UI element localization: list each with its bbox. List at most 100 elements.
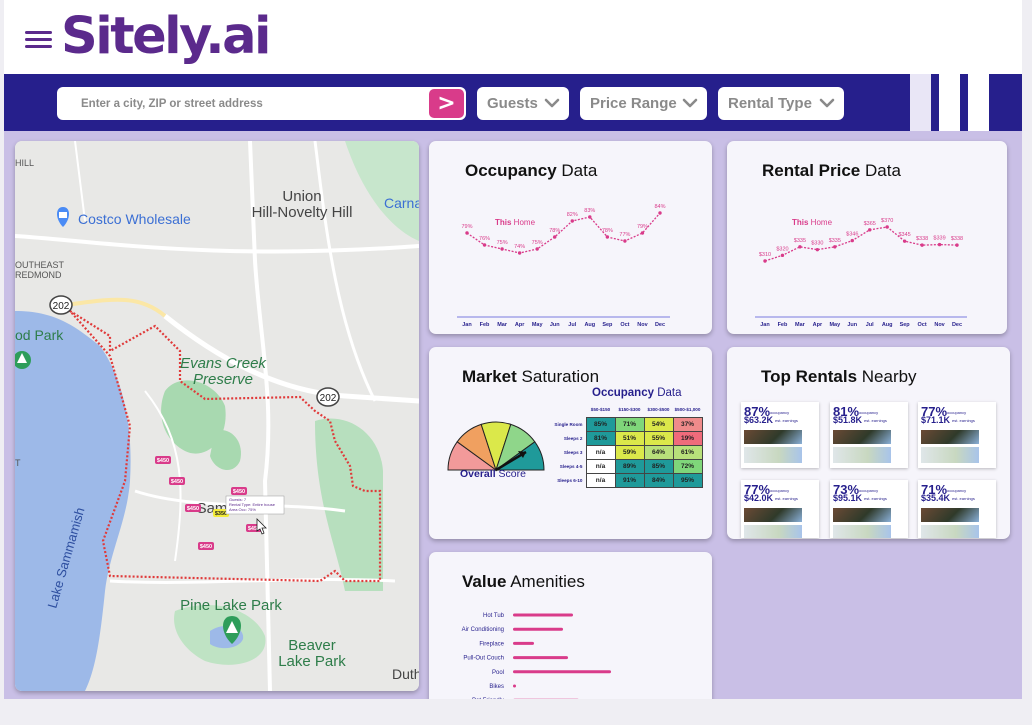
map-label: Union	[282, 188, 321, 205]
map-label: Beaver	[288, 637, 336, 654]
heatmap-cell: 91%	[614, 472, 645, 488]
data-point	[868, 228, 872, 232]
amenity-label: Air Conditioning	[462, 627, 504, 633]
data-label: 82%	[567, 212, 578, 218]
map-label: Preserve	[193, 371, 253, 388]
amenity-label: Pet Friendly	[472, 698, 504, 699]
price-range-dropdown[interactable]: Price Range	[580, 87, 707, 120]
logo[interactable]: Sitely.ai	[61, 6, 272, 68]
hamburger-menu-icon[interactable]	[25, 30, 52, 50]
occupancy-card: Occupancy Data This Home 79% Jan 76% Feb 75%…	[429, 141, 712, 334]
heatmap-row-label: Sleeps 6-10	[557, 477, 583, 483]
rental-earnings-label: est. earnings	[864, 496, 887, 501]
data-label: $365	[864, 221, 876, 227]
heatmap-cell: 51%	[614, 430, 645, 446]
heatmap-row-label: Single Room	[554, 421, 583, 427]
market-saturation-title: Market Saturation	[462, 367, 600, 386]
heatmap-cell: 19%	[672, 430, 703, 446]
rental-earnings-label: est. earnings	[952, 418, 975, 423]
x-tick-label: Dec	[952, 322, 962, 328]
rental-listing-card[interactable]: 71% occupancy $35.4K est. earnings	[918, 480, 996, 538]
x-tick-label: Jan	[760, 322, 770, 328]
data-point	[780, 253, 785, 258]
rental-listing-card[interactable]: 87% occupancy $63.2K est. earnings	[741, 402, 819, 468]
data-point	[937, 242, 942, 247]
x-tick-label: Feb	[778, 322, 788, 328]
market-occupancy-subtitle: Occupancy Data	[592, 387, 682, 399]
data-label: 74%	[514, 244, 525, 250]
rental-listing-card[interactable]: 73% occupancy $95.1K est. earnings	[830, 480, 908, 538]
rental-photo	[921, 508, 979, 522]
rental-listing-card[interactable]: 81% occupancy $51.8K est. earnings	[830, 402, 908, 468]
data-point	[500, 247, 504, 251]
map-label: Pine Lake Park	[180, 597, 282, 614]
heatmap-column-header: $500-$1,000	[674, 407, 701, 413]
map-label: od Park	[15, 327, 64, 343]
map-label: HILL	[15, 158, 34, 168]
map-canvas[interactable]: 202 202 HILL Costco Wholesale Union Hill…	[15, 141, 419, 691]
rental-minimap	[833, 447, 891, 463]
map-label: T	[15, 458, 21, 468]
data-point	[798, 245, 802, 249]
rental-type-dropdown[interactable]: Rental Type	[718, 87, 844, 120]
data-point	[815, 247, 820, 252]
data-point	[588, 215, 592, 219]
x-tick-label: Oct	[918, 322, 927, 328]
x-tick-label: Jun	[847, 322, 857, 328]
search-submit-button[interactable]: >	[429, 89, 464, 118]
x-tick-label: Oct	[620, 322, 629, 328]
data-point	[850, 238, 854, 243]
heatmap-cell: 55%	[643, 430, 674, 446]
amenity-bar	[513, 670, 611, 674]
x-tick-label: Sep	[602, 322, 613, 328]
data-label: 75%	[532, 240, 543, 246]
rental-minimap	[744, 447, 802, 463]
x-tick-label: Aug	[882, 322, 893, 328]
top-rentals-card: Top Rentals Nearby 87% occupancy $63.2K …	[727, 347, 1010, 539]
heatmap-cell: 71%	[614, 416, 645, 432]
rental-listing-card[interactable]: 77% occupancy $71.1K est. earnings	[918, 402, 996, 468]
rental-minimap	[833, 525, 891, 538]
rental-earnings: $71.1K	[921, 415, 951, 425]
heatmap-column-header: $50-$150	[590, 407, 611, 413]
guests-dropdown[interactable]: Guests	[477, 87, 569, 120]
data-point	[885, 225, 889, 229]
data-point	[465, 231, 469, 235]
data-label: $338	[951, 236, 963, 242]
data-point	[920, 243, 924, 247]
x-tick-label: Feb	[480, 322, 490, 328]
rental-price-card: Rental Price Data This Home $310 Jan $320 F…	[727, 141, 1007, 334]
heatmap-cell: 95%	[672, 472, 703, 488]
rental-listing-card[interactable]: 77% occupancy $42.0K est. earnings	[741, 480, 819, 538]
data-label: 79%	[461, 224, 472, 230]
rental-earnings-label: est. earnings	[775, 496, 798, 501]
top-rentals-title: Top Rentals Nearby	[761, 367, 917, 386]
amenity-label: Pool	[492, 670, 504, 676]
overall-score-label: Overall Score	[460, 468, 526, 480]
data-point	[640, 231, 645, 235]
guests-dropdown-label: Guests	[487, 95, 538, 112]
rental-earnings: $63.2K	[744, 415, 774, 425]
rental-photo	[833, 430, 891, 444]
route-shield-202: 202	[320, 393, 337, 404]
heatmap-cell: n/a	[585, 458, 616, 474]
data-label: $345	[899, 232, 911, 238]
chevron-down-icon	[819, 98, 835, 108]
rental-photo	[921, 430, 979, 444]
amenity-bar	[513, 656, 568, 660]
decorative-stripe	[939, 74, 960, 131]
rental-minimap	[921, 525, 979, 538]
map-price-pin-label: $450	[200, 544, 212, 550]
route-shield-202: 202	[53, 301, 70, 312]
search-input[interactable]	[57, 87, 427, 120]
data-label: 75%	[497, 240, 508, 246]
data-label: 83%	[584, 208, 595, 214]
rental-minimap	[921, 447, 979, 463]
rental-type-dropdown-label: Rental Type	[728, 95, 812, 112]
data-point	[553, 235, 557, 239]
price-range-dropdown-label: Price Range	[590, 95, 677, 112]
occupancy-chart: This Home 79% Jan 76% Feb 75% Mar 74% Apr 75% May…	[457, 204, 670, 328]
data-label: $338	[916, 236, 928, 242]
heatmap-cell: 85%	[585, 416, 616, 432]
map-panel[interactable]: 202 202 HILL Costco Wholesale Union Hill…	[15, 141, 419, 691]
